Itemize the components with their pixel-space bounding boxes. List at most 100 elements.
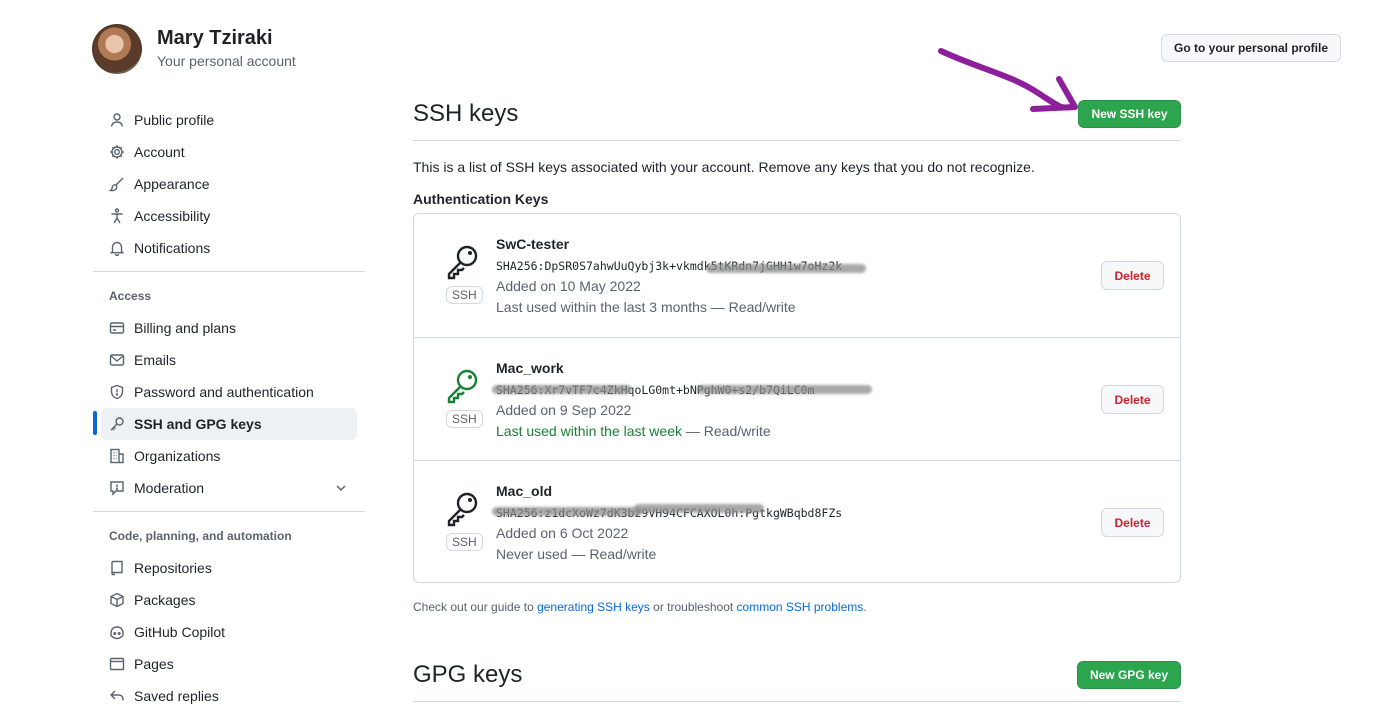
sidebar-item-account[interactable]: Account [101,136,357,168]
gpg-keys-title: GPG keys [413,661,523,688]
sidebar-item-label: Moderation [134,480,205,496]
sidebar-item-label: Accessibility [134,208,211,224]
copilot-icon [108,623,126,641]
guide-prefix: Check out our guide to [413,600,538,614]
accessibility-icon [108,207,126,225]
paintbrush-icon [108,175,126,193]
sidebar-item-label: Pages [134,656,174,672]
mail-icon [108,351,126,369]
authentication-keys-heading: Authentication Keys [413,191,549,207]
sidebar-item-label: Account [134,144,185,160]
repo-icon [108,559,126,577]
active-indicator [93,411,97,435]
key-last-used: Last used within the last week — Read/wr… [496,423,771,439]
key-icon [447,369,478,404]
ssh-keys-title: SSH keys [413,100,519,127]
go-to-profile-button[interactable]: Go to your personal profile [1161,34,1341,62]
key-title: Mac_old [496,483,553,499]
key-icon [108,415,126,433]
ssh-title-divider [413,140,1181,141]
ssh-guide-text: Check out our guide to generating SSH ke… [413,600,867,614]
common-ssh-problems-link[interactable]: common SSH problems [737,600,864,614]
ssh-description: This is a list of SSH keys associated wi… [413,159,1035,175]
key-icon [447,245,478,280]
redaction-scribble [696,385,872,394]
credit-card-icon [108,319,126,337]
generating-ssh-keys-link[interactable]: generating SSH keys [537,600,650,614]
key-added-date: Added on 6 Oct 2022 [496,525,629,541]
redaction-scribble [634,504,764,513]
sidebar-divider [93,511,365,512]
organization-icon [108,447,126,465]
key-last-used-highlight: Last used within the last week [496,423,682,439]
sidebar-item-emails[interactable]: Emails [101,344,357,376]
sidebar-heading-code: Code, planning, and automation [109,529,292,543]
gear-icon [108,143,126,161]
key-added-date: Added on 9 Sep 2022 [496,402,632,418]
guide-suffix: . [863,600,867,614]
sidebar-item-billing[interactable]: Billing and plans [101,312,357,344]
ssh-key-row: SSH Mac_work SHA256:Xr7vTF7c4ZkHqoLG0mt+… [414,337,1180,461]
account-name: Mary Tziraki [157,27,273,49]
redaction-scribble [492,507,642,516]
sidebar-item-saved-replies[interactable]: Saved replies [101,680,357,712]
package-icon [108,591,126,609]
sidebar-item-label: SSH and GPG keys [134,416,262,432]
reply-icon [108,687,126,705]
chevron-down-icon[interactable] [333,480,349,499]
delete-button[interactable]: Delete [1101,261,1164,290]
sidebar-item-password-auth[interactable]: Password and authentication [101,376,357,408]
key-last-used-text: — Read/write [682,423,771,439]
report-icon [108,479,126,497]
ssh-key-row: SSH SwC-tester SHA256:DpSR0S7ahwUuQybj3k… [414,214,1180,337]
redaction-scribble [706,264,866,273]
sidebar-item-notifications[interactable]: Notifications [101,232,357,264]
sidebar-item-label: GitHub Copilot [134,624,226,640]
sidebar-divider [93,271,365,272]
key-title: SwC-tester [496,236,570,252]
sidebar-item-accessibility[interactable]: Accessibility [101,200,357,232]
sidebar-item-label: Password and authentication [134,384,314,400]
sidebar-item-label: Appearance [134,176,210,192]
account-subtitle: Your personal account [157,53,296,69]
sidebar-item-label: Notifications [134,240,211,256]
avatar[interactable] [92,24,142,74]
ssh-key-row: SSH Mac_old SHA256:z1dcXoWz7dK3bz9VH94CF… [414,460,1180,584]
sidebar-item-label: Packages [134,592,196,608]
sidebar-item-ssh-gpg[interactable]: SSH and GPG keys [101,408,357,440]
sidebar-item-label: Emails [134,352,177,368]
guide-mid: or troubleshoot [649,600,737,614]
sidebar-item-copilot[interactable]: GitHub Copilot [101,616,357,648]
key-added-date: Added on 10 May 2022 [496,278,641,294]
delete-button[interactable]: Delete [1101,385,1164,414]
key-last-used-text: Last used within the last 3 months — Rea… [496,299,796,315]
ssh-keys-list: SSH SwC-tester SHA256:DpSR0S7ahwUuQybj3k… [413,213,1181,583]
sidebar-item-moderation[interactable]: Moderation [101,472,357,504]
sidebar-item-public-profile[interactable]: Public profile [101,104,357,136]
ssh-badge: SSH [446,286,483,304]
person-icon [108,111,126,129]
annotation-arrow-icon [938,48,1078,112]
sidebar-item-pages[interactable]: Pages [101,648,357,680]
sidebar-item-packages[interactable]: Packages [101,584,357,616]
shield-icon [108,383,126,401]
bell-icon [108,239,126,257]
key-last-used: Never used — Read/write [496,546,656,562]
new-gpg-key-button[interactable]: New GPG key [1077,661,1181,689]
sidebar-item-label: Saved replies [134,688,219,704]
key-last-used: Last used within the last 3 months — Rea… [496,299,796,315]
browser-icon [108,655,126,673]
sidebar-heading-access: Access [109,289,152,303]
sidebar-item-repositories[interactable]: Repositories [101,552,357,584]
sidebar-item-label: Billing and plans [134,320,236,336]
sidebar-item-appearance[interactable]: Appearance [101,168,357,200]
sidebar-item-organizations[interactable]: Organizations [101,440,357,472]
new-ssh-key-button[interactable]: New SSH key [1078,100,1181,128]
sidebar-item-label: Public profile [134,112,215,128]
delete-button[interactable]: Delete [1101,508,1164,537]
sidebar-item-label: Repositories [134,560,212,576]
ssh-badge: SSH [446,533,483,551]
gpg-title-divider [413,701,1181,702]
redaction-scribble [492,385,632,394]
key-icon [447,492,478,527]
